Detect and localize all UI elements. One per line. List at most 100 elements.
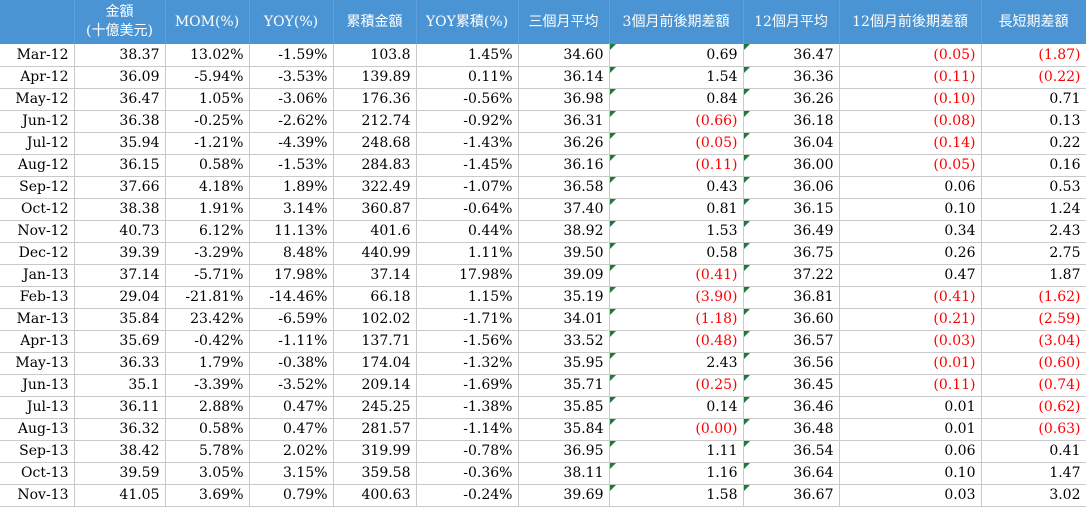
- yoy-cell[interactable]: 0.47%: [249, 418, 334, 441]
- cumulative-amount-cell[interactable]: 174.04: [333, 352, 417, 375]
- month-cell[interactable]: Jul-13: [0, 396, 75, 419]
- long-short-difference-cell[interactable]: (3.04): [981, 330, 1086, 353]
- amount-cell[interactable]: 29.04: [74, 286, 166, 309]
- cumulative-amount-cell[interactable]: 137.71: [333, 330, 417, 353]
- cumulative-amount-cell[interactable]: 284.83: [333, 154, 417, 177]
- three-month-difference-cell[interactable]: 0.58: [609, 242, 744, 265]
- three-month-average-cell[interactable]: 36.26: [518, 132, 610, 155]
- three-month-average-cell[interactable]: 36.14: [518, 66, 610, 89]
- three-month-average-cell[interactable]: 38.11: [518, 462, 610, 485]
- amount-cell[interactable]: 38.38: [74, 198, 166, 221]
- cumulative-amount-cell[interactable]: 66.18: [333, 286, 417, 309]
- yoy-cumulative-cell[interactable]: -1.07%: [416, 176, 519, 199]
- yoy-cell[interactable]: -3.53%: [249, 66, 334, 89]
- mom-cell[interactable]: -0.25%: [165, 110, 250, 133]
- column-header-long-short-difference[interactable]: 長短期差額: [981, 0, 1086, 44]
- three-month-average-cell[interactable]: 34.60: [518, 44, 610, 67]
- amount-cell[interactable]: 39.39: [74, 242, 166, 265]
- cumulative-amount-cell[interactable]: 176.36: [333, 88, 417, 111]
- long-short-difference-cell[interactable]: (1.87): [981, 44, 1086, 67]
- yoy-cumulative-cell[interactable]: -0.92%: [416, 110, 519, 133]
- month-cell[interactable]: May-12: [0, 88, 75, 111]
- yoy-cumulative-cell[interactable]: -1.32%: [416, 352, 519, 375]
- long-short-difference-cell[interactable]: 0.71: [981, 88, 1086, 111]
- yoy-cumulative-cell[interactable]: 1.15%: [416, 286, 519, 309]
- yoy-cumulative-cell[interactable]: -1.69%: [416, 374, 519, 397]
- month-cell[interactable]: Mar-13: [0, 308, 75, 331]
- cumulative-amount-cell[interactable]: 440.99: [333, 242, 417, 265]
- month-cell[interactable]: Feb-13: [0, 286, 75, 309]
- three-month-difference-cell[interactable]: (0.11): [609, 154, 744, 177]
- amount-cell[interactable]: 38.37: [74, 44, 166, 67]
- twelve-month-difference-cell[interactable]: (0.01): [839, 352, 982, 375]
- twelve-month-difference-cell[interactable]: 0.34: [839, 220, 982, 243]
- mom-cell[interactable]: 0.58%: [165, 418, 250, 441]
- twelve-month-average-cell[interactable]: 36.56: [743, 352, 840, 375]
- yoy-cumulative-cell[interactable]: -1.43%: [416, 132, 519, 155]
- long-short-difference-cell[interactable]: 1.47: [981, 462, 1086, 485]
- twelve-month-difference-cell[interactable]: (0.11): [839, 374, 982, 397]
- yoy-cell[interactable]: -4.39%: [249, 132, 334, 155]
- twelve-month-average-cell[interactable]: 36.26: [743, 88, 840, 111]
- mom-cell[interactable]: 6.12%: [165, 220, 250, 243]
- twelve-month-average-cell[interactable]: 36.60: [743, 308, 840, 331]
- twelve-month-difference-cell[interactable]: 0.10: [839, 198, 982, 221]
- yoy-cell[interactable]: 1.89%: [249, 176, 334, 199]
- three-month-difference-cell[interactable]: 1.16: [609, 462, 744, 485]
- long-short-difference-cell[interactable]: (1.62): [981, 286, 1086, 309]
- three-month-average-cell[interactable]: 39.69: [518, 484, 610, 507]
- yoy-cumulative-cell[interactable]: -1.14%: [416, 418, 519, 441]
- twelve-month-average-cell[interactable]: 36.18: [743, 110, 840, 133]
- twelve-month-difference-cell[interactable]: 0.26: [839, 242, 982, 265]
- yoy-cell[interactable]: -1.53%: [249, 154, 334, 177]
- month-cell[interactable]: Mar-12: [0, 44, 75, 67]
- yoy-cumulative-cell[interactable]: -0.64%: [416, 198, 519, 221]
- yoy-cumulative-cell[interactable]: 1.11%: [416, 242, 519, 265]
- three-month-average-cell[interactable]: 36.98: [518, 88, 610, 111]
- cumulative-amount-cell[interactable]: 400.63: [333, 484, 417, 507]
- long-short-difference-cell[interactable]: (0.22): [981, 66, 1086, 89]
- long-short-difference-cell[interactable]: 2.75: [981, 242, 1086, 265]
- cumulative-amount-cell[interactable]: 319.99: [333, 440, 417, 463]
- three-month-difference-cell[interactable]: (1.18): [609, 308, 744, 331]
- twelve-month-average-cell[interactable]: 36.36: [743, 66, 840, 89]
- yoy-cell[interactable]: 2.02%: [249, 440, 334, 463]
- twelve-month-average-cell[interactable]: 36.75: [743, 242, 840, 265]
- amount-cell[interactable]: 36.32: [74, 418, 166, 441]
- yoy-cell[interactable]: -0.38%: [249, 352, 334, 375]
- month-cell[interactable]: Sep-12: [0, 176, 75, 199]
- three-month-average-cell[interactable]: 39.09: [518, 264, 610, 287]
- amount-cell[interactable]: 37.14: [74, 264, 166, 287]
- twelve-month-difference-cell[interactable]: 0.03: [839, 484, 982, 507]
- twelve-month-difference-cell[interactable]: 0.01: [839, 396, 982, 419]
- long-short-difference-cell[interactable]: 0.53: [981, 176, 1086, 199]
- amount-cell[interactable]: 35.1: [74, 374, 166, 397]
- twelve-month-difference-cell[interactable]: (0.21): [839, 308, 982, 331]
- twelve-month-average-cell[interactable]: 36.49: [743, 220, 840, 243]
- three-month-difference-cell[interactable]: 1.11: [609, 440, 744, 463]
- long-short-difference-cell[interactable]: 1.87: [981, 264, 1086, 287]
- cumulative-amount-cell[interactable]: 359.58: [333, 462, 417, 485]
- yoy-cumulative-cell[interactable]: 0.11%: [416, 66, 519, 89]
- amount-cell[interactable]: 36.09: [74, 66, 166, 89]
- amount-cell[interactable]: 41.05: [74, 484, 166, 507]
- column-header-yoy[interactable]: YOY(%): [249, 0, 334, 44]
- three-month-difference-cell[interactable]: (3.90): [609, 286, 744, 309]
- cumulative-amount-cell[interactable]: 322.49: [333, 176, 417, 199]
- yoy-cell[interactable]: 8.48%: [249, 242, 334, 265]
- twelve-month-average-cell[interactable]: 36.57: [743, 330, 840, 353]
- month-cell[interactable]: Nov-13: [0, 484, 75, 507]
- month-cell[interactable]: Jun-13: [0, 374, 75, 397]
- long-short-difference-cell[interactable]: (0.62): [981, 396, 1086, 419]
- three-month-difference-cell[interactable]: (0.00): [609, 418, 744, 441]
- twelve-month-average-cell[interactable]: 36.64: [743, 462, 840, 485]
- three-month-average-cell[interactable]: 38.92: [518, 220, 610, 243]
- three-month-difference-cell[interactable]: 1.58: [609, 484, 744, 507]
- three-month-difference-cell[interactable]: 1.53: [609, 220, 744, 243]
- mom-cell[interactable]: -1.21%: [165, 132, 250, 155]
- twelve-month-average-cell[interactable]: 36.54: [743, 440, 840, 463]
- yoy-cumulative-cell[interactable]: -0.56%: [416, 88, 519, 111]
- yoy-cell[interactable]: 3.14%: [249, 198, 334, 221]
- twelve-month-average-cell[interactable]: 36.48: [743, 418, 840, 441]
- long-short-difference-cell[interactable]: 0.22: [981, 132, 1086, 155]
